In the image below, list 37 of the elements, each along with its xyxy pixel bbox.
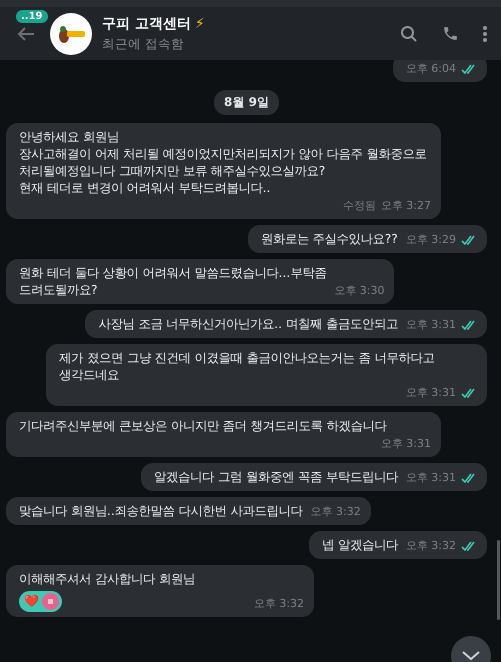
- date-separator: 8월 9일: [214, 90, 279, 115]
- heart-emoji: ❤: [24, 593, 39, 610]
- more-menu-button[interactable]: [483, 26, 487, 42]
- message-time: 오후 3:27: [380, 198, 431, 214]
- chat-title: 구피 고객센터: [102, 14, 191, 32]
- chevron-down-icon: [462, 651, 480, 661]
- back-arrow-icon[interactable]: [17, 26, 35, 40]
- message-text: 알겠습니다 그럼 월화중엔 꼭좀 부탁드립니다: [154, 469, 398, 486]
- reactor-avatar: [42, 593, 59, 610]
- reaction-chip[interactable]: ❤: [19, 591, 62, 612]
- message-time: 오후 3:31: [380, 436, 431, 452]
- message-text: 안녕하세요 회원님 장사고해결이 어제 처리될 예정이었지만처리되지가 않아 다음주 월화중으로 처리될예정입니다 그때까지만 보류 해주실수있으실까요? 현재 테더로 변경이 어려워서 부탁드려봅니다..: [19, 129, 428, 197]
- message-text: 이해해주셔서 감사합니다 회원님: [19, 571, 196, 588]
- message-time: 오후 3:29: [406, 232, 456, 248]
- message-time: 오후 3:31: [406, 385, 456, 401]
- message-time: 오후 3:31: [406, 470, 456, 486]
- message-text: 사장님 조금 너무하신거아닌가요.. 며칠째 출금도안되고: [98, 316, 398, 333]
- message-text: 원화로는 주실수있나요??: [260, 231, 398, 248]
- lightning-emoji: ⚡: [194, 16, 205, 32]
- message-time: 오후 3:32: [254, 596, 304, 612]
- unread-count-badge: ..19: [16, 10, 48, 22]
- message-text: 원화 테더 둘다 상황이 어려워서 말씀드렸습니다...부탁좀 드려도될까요?: [19, 265, 326, 299]
- message-text: 맞습니다 회원님..죄송한말씀 다시한번 사과드립니다: [19, 503, 303, 520]
- message-text: 넵 알겠습니다: [322, 537, 398, 554]
- message-time: 오후 3:32: [406, 538, 456, 554]
- search-button[interactable]: [400, 24, 418, 42]
- message-time: 오후 6:04: [406, 61, 456, 77]
- message-time: 오후 3:31: [406, 317, 456, 333]
- message-time: 오후 3:32: [310, 504, 361, 520]
- call-button[interactable]: [442, 25, 459, 42]
- message-time: 오후 3:30: [334, 283, 384, 299]
- last-seen-status: 최근에 접속함: [102, 36, 185, 52]
- profile-avatar: [50, 12, 92, 54]
- message-text: 제가 졌으면 그냥 진건데 이겼을때 출금이안나오는거는 좀 너무하다고 생각드네요: [59, 350, 436, 384]
- message-text: 기다려주신부분에 큰보상은 아니지만 좀더 챙겨드리도록 하겠습니다: [19, 418, 388, 435]
- scrollbar[interactable]: [497, 540, 500, 620]
- edited-label: 수정됨: [342, 198, 376, 214]
